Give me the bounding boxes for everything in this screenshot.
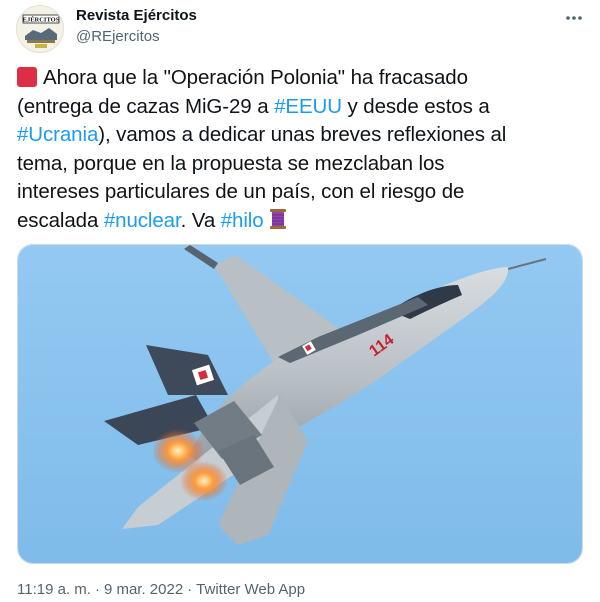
tweet-media-photo[interactable]: 114 bbox=[17, 244, 583, 564]
tweet-author: Revista Ejércitos @REjercitos bbox=[76, 6, 197, 47]
hashtag-link[interactable]: #Ucrania bbox=[17, 123, 98, 146]
tweet-card: EJÉRCITOS Revista Ejércitos @REjercitos … bbox=[0, 0, 600, 602]
tweet-text: Ahora que la "Operación Polonia" ha frac… bbox=[17, 64, 587, 235]
avatar-logo-icon: EJÉRCITOS bbox=[17, 6, 63, 52]
author-display-name[interactable]: Revista Ejércitos bbox=[76, 6, 197, 26]
tweet-text-segment: Ahora que la "Operación Polonia" ha frac… bbox=[43, 66, 468, 89]
tweet-time[interactable]: 11:19 a. m. bbox=[17, 581, 91, 598]
author-handle[interactable]: @REjercitos bbox=[76, 27, 197, 47]
tweet-text-segment: (entrega de cazas MiG-29 a bbox=[17, 94, 275, 118]
tweet-text-line: tema, porque en la propuesta se mezclaba… bbox=[17, 150, 587, 179]
svg-text:EJÉRCITOS: EJÉRCITOS bbox=[23, 16, 60, 24]
tweet-meta: 11:19 a. m. · 9 mar. 2022 · Twitter Web App bbox=[17, 580, 305, 600]
hashtag-link[interactable]: #nuclear bbox=[104, 209, 181, 232]
tweet-text-segment: escalada bbox=[17, 208, 104, 232]
meta-separator: · bbox=[94, 581, 100, 598]
tweet-text-segment: intereses particulares de un país, con e… bbox=[17, 180, 465, 203]
more-options-button[interactable] bbox=[560, 4, 588, 32]
avatar[interactable]: EJÉRCITOS bbox=[16, 5, 64, 53]
tweet-text-segment: tema, porque en la propuesta se mezclaba… bbox=[17, 151, 445, 175]
meta-separator: · bbox=[187, 581, 193, 598]
tweet-date[interactable]: 9 mar. 2022 bbox=[104, 581, 183, 598]
mig-29-jet-photo: 114 bbox=[18, 245, 582, 563]
tweet-text-segment: . Va bbox=[180, 208, 221, 232]
tweet-source-link[interactable]: Twitter Web App bbox=[196, 581, 305, 598]
tweet-text-segment: y desde estos a bbox=[341, 94, 490, 118]
more-horizontal-icon bbox=[566, 16, 582, 20]
tweet-text-line: escalada #nuclear. Va #hilo bbox=[17, 207, 587, 236]
tweet-text-line: intereses particulares de un país, con e… bbox=[17, 178, 587, 207]
tweet-text-line: Ahora que la "Operación Polonia" ha frac… bbox=[17, 64, 587, 93]
tweet-text-line: (entrega de cazas MiG-29 a #EEUU y desde… bbox=[17, 93, 587, 122]
red-square-icon bbox=[17, 67, 37, 87]
tweet-text-segment: ), vamos a dedicar unas breves reflexion… bbox=[98, 123, 507, 146]
thread-spool-icon bbox=[269, 208, 286, 229]
hashtag-link[interactable]: #EEUU bbox=[274, 95, 342, 118]
tweet-text-line: #Ucrania), vamos a dedicar unas breves r… bbox=[17, 121, 587, 150]
hashtag-link[interactable]: #hilo bbox=[221, 209, 264, 232]
